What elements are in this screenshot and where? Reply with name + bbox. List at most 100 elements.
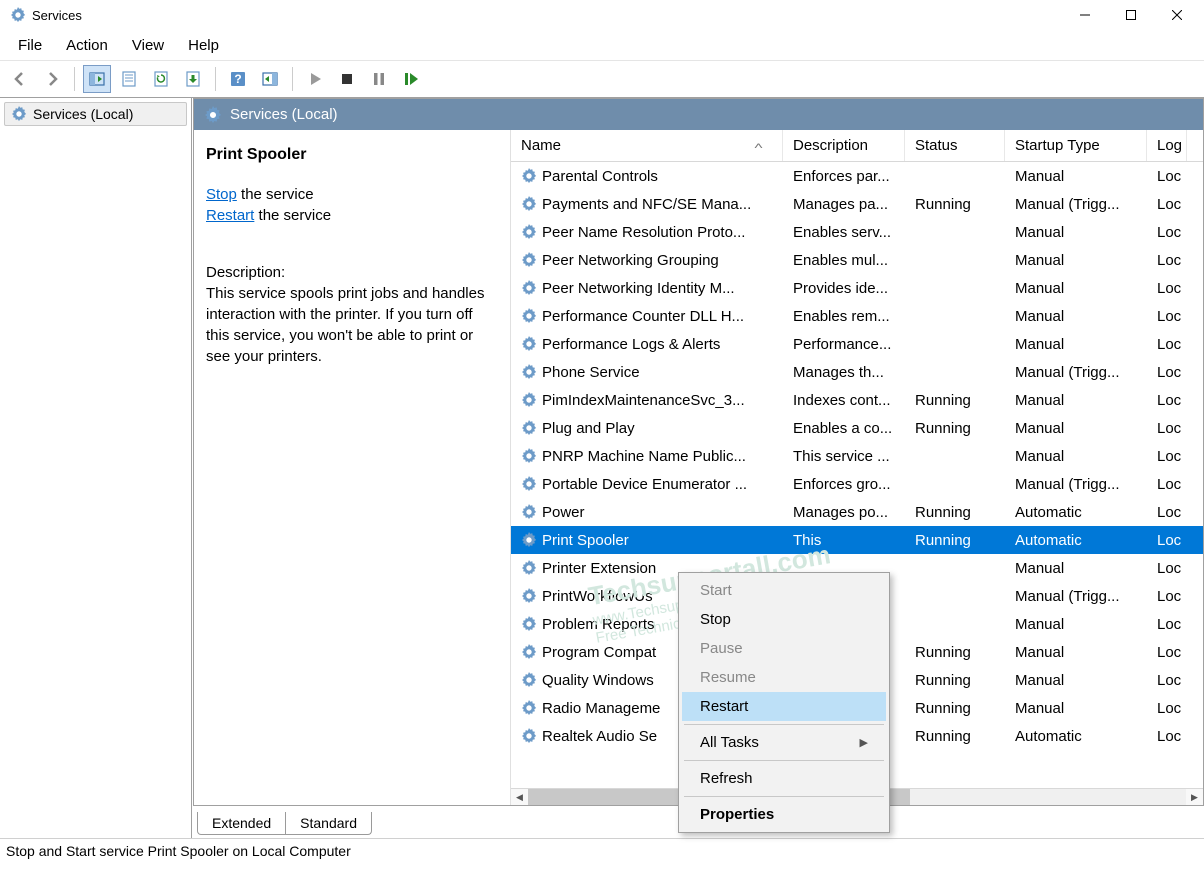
tab-standard[interactable]: Standard (285, 812, 372, 835)
ctx-resume[interactable]: Resume (682, 663, 886, 692)
gear-icon (521, 224, 537, 240)
stop-service-button[interactable] (333, 65, 361, 93)
menu-help[interactable]: Help (178, 33, 229, 58)
scroll-right-button[interactable]: ▶ (1186, 789, 1203, 806)
service-row[interactable]: Plug and PlayEnables a co...RunningManua… (511, 414, 1203, 442)
back-button[interactable] (6, 65, 34, 93)
minimize-button[interactable] (1062, 0, 1108, 30)
pause-service-button[interactable] (365, 65, 393, 93)
service-row[interactable]: Payments and NFC/SE Mana...Manages pa...… (511, 190, 1203, 218)
cell-startup: Manual (1005, 644, 1147, 661)
cell-status: Running (905, 672, 1005, 689)
cell-name: Phone Service (511, 364, 783, 381)
gear-icon (204, 106, 222, 124)
service-row[interactable]: Phone ServiceManages th...Manual (Trigg.… (511, 358, 1203, 386)
gear-icon (521, 672, 537, 688)
tree-root-services-local[interactable]: Services (Local) (4, 102, 187, 126)
ctx-all-tasks[interactable]: All Tasks▶ (682, 728, 886, 757)
show-hide-action-pane-button[interactable] (256, 65, 284, 93)
titlebar: Services (0, 0, 1204, 30)
gear-icon (521, 728, 537, 744)
service-row[interactable]: Peer Networking GroupingEnables mul...Ma… (511, 246, 1203, 274)
service-name-text: Realtek Audio Se (542, 728, 657, 745)
ctx-properties[interactable]: Properties (682, 800, 886, 829)
show-hide-tree-button[interactable] (83, 65, 111, 93)
stop-service-link[interactable]: Stop (206, 186, 237, 203)
menu-view[interactable]: View (122, 33, 174, 58)
properties-button[interactable] (115, 65, 143, 93)
maximize-button[interactable] (1108, 0, 1154, 30)
service-row[interactable]: Parental ControlsEnforces par...ManualLo… (511, 162, 1203, 190)
service-name-text: Power (542, 504, 585, 521)
service-name-text: Printer Extension (542, 560, 656, 577)
panel-header: Services (Local) (193, 98, 1204, 130)
toolbar-separator (215, 67, 216, 91)
scroll-left-button[interactable]: ◀ (511, 789, 528, 806)
service-row[interactable]: PimIndexMaintenanceSvc_3...Indexes cont.… (511, 386, 1203, 414)
service-row[interactable]: Performance Logs & AlertsPerformance...M… (511, 330, 1203, 358)
cell-description: Manages th... (783, 364, 905, 381)
cell-startup: Manual (1005, 616, 1147, 633)
restart-service-button[interactable] (397, 65, 425, 93)
cell-name: Performance Counter DLL H... (511, 308, 783, 325)
service-row[interactable]: Portable Device Enumerator ...Enforces g… (511, 470, 1203, 498)
cell-logon: Loc (1147, 420, 1187, 437)
col-header-description[interactable]: Description (783, 130, 905, 161)
cell-logon: Loc (1147, 308, 1187, 325)
cell-description: Performance... (783, 336, 905, 353)
service-name-text: Print Spooler (542, 532, 629, 549)
cell-logon: Loc (1147, 476, 1187, 493)
start-service-button[interactable] (301, 65, 329, 93)
service-row[interactable]: PNRP Machine Name Public...This service … (511, 442, 1203, 470)
menu-action[interactable]: Action (56, 33, 118, 58)
ctx-start[interactable]: Start (682, 576, 886, 605)
cell-logon: Loc (1147, 196, 1187, 213)
tab-extended[interactable]: Extended (197, 812, 286, 835)
forward-button[interactable] (38, 65, 66, 93)
cell-startup: Automatic (1005, 532, 1147, 549)
cell-startup: Manual (Trigg... (1005, 476, 1147, 493)
menu-file[interactable]: File (8, 33, 52, 58)
gear-icon (521, 616, 537, 632)
gear-icon (521, 448, 537, 464)
service-row[interactable]: Peer Name Resolution Proto...Enables ser… (511, 218, 1203, 246)
export-list-button[interactable] (179, 65, 207, 93)
panel-header-label: Services (Local) (230, 106, 338, 123)
service-name-text: Payments and NFC/SE Mana... (542, 196, 751, 213)
toolbar-separator (292, 67, 293, 91)
help-button[interactable]: ? (224, 65, 252, 93)
service-name-text: Quality Windows (542, 672, 654, 689)
cell-startup: Automatic (1005, 728, 1147, 745)
close-button[interactable] (1154, 0, 1200, 30)
restart-service-link[interactable]: Restart (206, 207, 254, 224)
col-header-status[interactable]: Status (905, 130, 1005, 161)
refresh-button[interactable] (147, 65, 175, 93)
ctx-refresh[interactable]: Refresh (682, 764, 886, 793)
cell-startup: Manual (1005, 672, 1147, 689)
ctx-pause[interactable]: Pause (682, 634, 886, 663)
service-row[interactable]: Performance Counter DLL H...Enables rem.… (511, 302, 1203, 330)
col-header-startup-type[interactable]: Startup Type (1005, 130, 1147, 161)
cell-name: Peer Name Resolution Proto... (511, 224, 783, 241)
cell-name: Power (511, 504, 783, 521)
service-row[interactable]: PowerManages po...RunningAutomaticLoc (511, 498, 1203, 526)
col-header-logon[interactable]: Log On As (1147, 130, 1187, 161)
cell-logon: Loc (1147, 448, 1187, 465)
service-name-text: Radio Manageme (542, 700, 660, 717)
details-pane: Print Spooler Stop the service Restart t… (194, 130, 510, 805)
cell-startup: Manual (1005, 560, 1147, 577)
cell-name: Plug and Play (511, 420, 783, 437)
ctx-separator (684, 724, 884, 725)
restart-suffix: the service (254, 207, 331, 224)
ctx-restart[interactable]: Restart (682, 692, 886, 721)
service-row[interactable]: Peer Networking Identity M...Provides id… (511, 274, 1203, 302)
cell-status: Running (905, 196, 1005, 213)
description-text: This service spools print jobs and handl… (206, 283, 498, 367)
cell-logon: Loc (1147, 532, 1187, 549)
service-row[interactable]: Print SpoolerThisRunningAutomaticLoc (511, 526, 1203, 554)
ctx-stop[interactable]: Stop (682, 605, 886, 634)
col-header-name[interactable]: Name˄ (511, 130, 783, 161)
cell-logon: Loc (1147, 364, 1187, 381)
cell-description: Indexes cont... (783, 392, 905, 409)
cell-status: Running (905, 504, 1005, 521)
